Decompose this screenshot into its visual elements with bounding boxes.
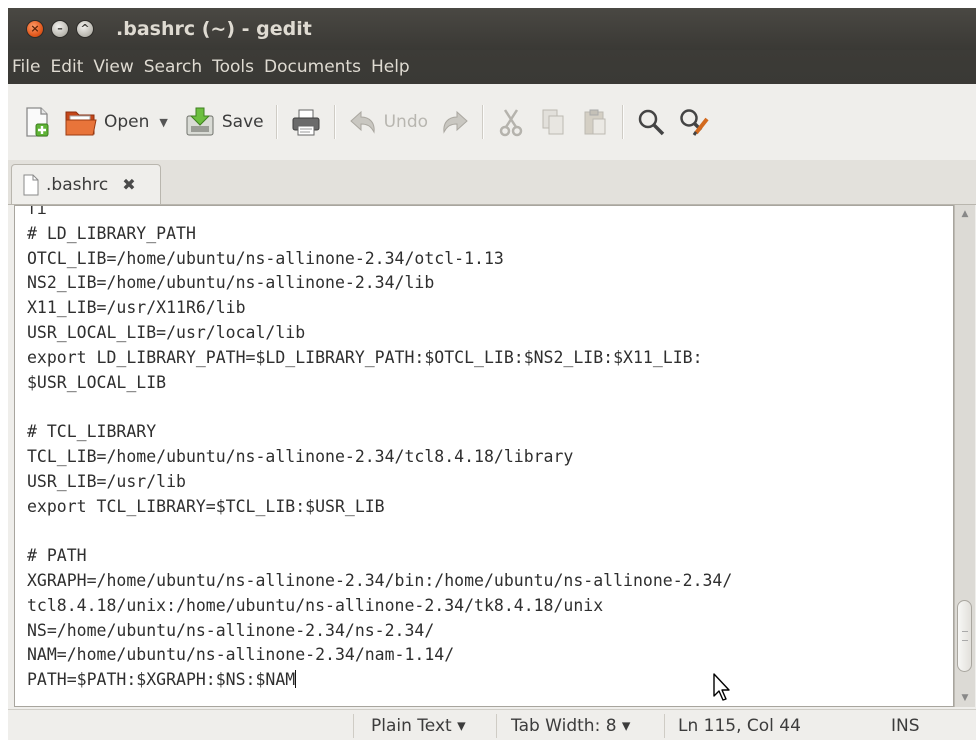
code-line: XGRAPH=/home/ubuntu/ns-allinone-2.34/bin… [27, 570, 733, 590]
toolbar-separator [275, 105, 278, 139]
code-line: USR_LOCAL_LIB=/usr/local/lib [27, 322, 306, 342]
minimize-window-button[interactable]: – [51, 20, 69, 38]
code-line: NS=/home/ubuntu/ns-allinone-2.34/ns-2.34… [27, 620, 435, 640]
print-icon [292, 109, 320, 136]
document-icon [23, 174, 39, 195]
copy-button[interactable] [532, 99, 574, 145]
status-separator [664, 714, 665, 738]
code-line: TCL_LIB=/home/ubuntu/ns-allinone-2.34/tc… [27, 446, 574, 466]
menu-help[interactable]: Help [366, 57, 415, 77]
status-separator [353, 714, 354, 738]
paste-icon [584, 109, 606, 135]
undo-label: Undo [383, 112, 429, 132]
save-label: Save [221, 112, 264, 132]
code-line: # TCL_LIBRARY [27, 422, 157, 442]
code-line: OTCL_LIB=/home/ubuntu/ns-allinone-2.34/o… [27, 248, 504, 268]
close-window-button[interactable]: × [26, 20, 44, 38]
editor-text[interactable]: fi # LD_LIBRARY_PATH OTCL_LIB=/home/ubuntu… [27, 205, 733, 693]
menu-bar: File Edit View Search Tools Documents He… [8, 50, 976, 84]
find-replace-icon [680, 109, 709, 136]
find-replace-button[interactable] [672, 99, 716, 145]
mouse-pointer-icon [713, 673, 730, 701]
code-line: export LD_LIBRARY_PATH=$LD_LIBRARY_PATH:… [27, 347, 703, 367]
undo-button[interactable]: Undo [342, 99, 434, 145]
code-line: NAM=/home/ubuntu/ns-allinone-2.34/nam-1.… [27, 645, 455, 665]
redo-icon [443, 110, 468, 134]
redo-button[interactable] [434, 99, 476, 145]
open-button[interactable]: Open [58, 99, 155, 145]
menu-edit[interactable]: Edit [45, 57, 88, 77]
menu-file[interactable]: File [8, 57, 45, 77]
new-document-icon [26, 107, 49, 137]
scroll-up-icon[interactable]: ▲ [955, 209, 975, 219]
close-tab-icon[interactable]: ✖ [122, 175, 135, 194]
maximize-window-button[interactable]: ^ [76, 20, 94, 38]
text-editor[interactable]: fi # LD_LIBRARY_PATH OTCL_LIB=/home/ubuntu… [14, 205, 954, 707]
status-separator [496, 714, 497, 738]
tab-width-selector[interactable]: Tab Width: 8 ▾ [511, 716, 630, 736]
status-bar: Plain Text ▾ Tab Width: 8 ▾ Ln 115, Col … [8, 709, 976, 740]
title-bar[interactable]: × – ^ .bashrc (~) - gedit [8, 8, 976, 50]
folder-open-icon [65, 111, 97, 136]
gedit-window: × – ^ .bashrc (~) - gedit File Edit View… [8, 8, 976, 740]
cursor-position: Ln 115, Col 44 [678, 716, 801, 736]
document-tabs: .bashrc ✖ [8, 160, 976, 205]
toolbar-separator [622, 105, 625, 139]
menu-search[interactable]: Search [139, 57, 207, 77]
grip-icon [962, 631, 968, 641]
scroll-down-icon[interactable]: ▼ [955, 693, 975, 703]
code-line: # LD_LIBRARY_PATH [27, 223, 196, 243]
code-line: fi [27, 205, 47, 218]
toolbar: Open ▼ Save Undo [8, 84, 976, 161]
code-line: NS2_LIB=/home/ubuntu/ns-allinone-2.34/li… [27, 273, 435, 293]
code-line: # PATH [27, 546, 87, 566]
undo-icon [349, 110, 375, 134]
minimize-icon: – [57, 22, 63, 35]
window-title: .bashrc (~) - gedit [116, 18, 312, 40]
new-document-button[interactable] [16, 99, 58, 145]
cut-icon [499, 109, 523, 137]
code-line: X11_LIB=/usr/X11R6/lib [27, 298, 246, 318]
language-selector[interactable]: Plain Text ▾ [371, 716, 466, 736]
open-recent-dropdown[interactable]: ▼ [155, 116, 177, 129]
save-button[interactable]: Save [178, 99, 270, 145]
tab-bashrc[interactable]: .bashrc ✖ [11, 164, 161, 204]
search-icon [638, 109, 665, 136]
toolbar-separator [482, 105, 485, 139]
save-icon [186, 107, 214, 136]
find-button[interactable] [630, 99, 672, 145]
toolbar-separator [333, 105, 336, 139]
text-cursor [295, 670, 297, 689]
insert-mode: INS [891, 716, 920, 736]
tab-label: .bashrc [46, 174, 109, 195]
copy-icon [542, 109, 564, 135]
scrollbar-thumb[interactable] [957, 600, 972, 672]
menu-tools[interactable]: Tools [207, 57, 259, 77]
code-line: export TCL_LIBRARY=$TCL_LIB:$USR_LIB [27, 496, 385, 516]
close-icon: × [30, 22, 40, 35]
cut-button[interactable] [490, 99, 532, 145]
open-label: Open [104, 112, 150, 132]
menu-documents[interactable]: Documents [259, 57, 366, 77]
print-button[interactable] [284, 99, 328, 145]
paste-button[interactable] [574, 99, 616, 145]
code-line: tcl8.4.18/unix:/home/ubuntu/ns-allinone-… [27, 595, 604, 615]
code-line: $USR_LOCAL_LIB [27, 372, 167, 392]
menu-view[interactable]: View [88, 57, 138, 77]
vertical-scrollbar[interactable]: ▲ ▼ [954, 205, 975, 707]
maximize-icon: ^ [80, 22, 90, 35]
code-line: USR_LIB=/usr/lib [27, 471, 186, 491]
code-line: PATH=$PATH:$XGRAPH:$NS:$NAM [27, 670, 297, 690]
